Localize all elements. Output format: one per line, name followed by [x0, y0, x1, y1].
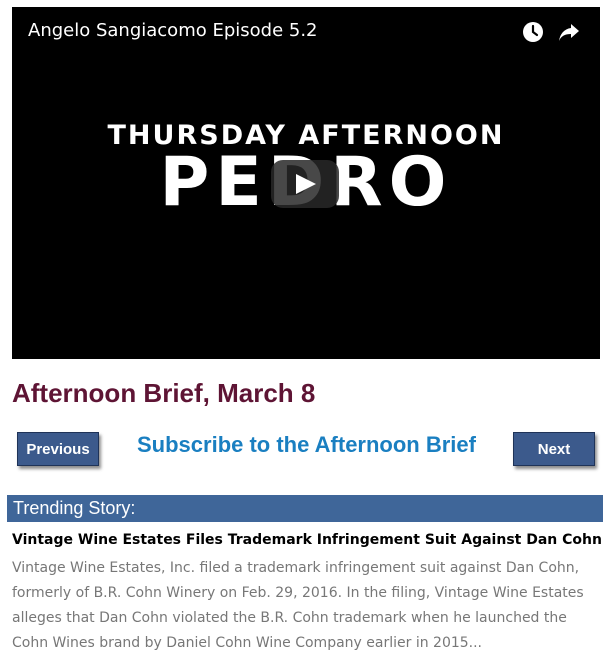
- share-icon[interactable]: [556, 19, 582, 45]
- clock-icon[interactable]: [520, 19, 546, 45]
- next-button[interactable]: Next: [513, 432, 595, 466]
- trending-label-suffix: :: [130, 498, 136, 518]
- trending-header: Trending Story:: [7, 495, 603, 522]
- story-headline-link[interactable]: Vintage Wine Estates Files Trademark Inf…: [12, 532, 602, 548]
- play-icon: [296, 174, 316, 194]
- trending-label: Trending Story: [13, 498, 131, 518]
- video-player[interactable]: Angelo Sangiacomo Episode 5.2 THURSDAY A…: [12, 7, 600, 359]
- story-excerpt: Vintage Wine Estates, Inc. filed a trade…: [12, 560, 584, 651]
- page-title: Afternoon Brief, March 8: [12, 378, 316, 408]
- subscribe-link[interactable]: Subscribe to the Afternoon Brief: [137, 432, 476, 458]
- play-button[interactable]: [271, 160, 339, 208]
- video-title[interactable]: Angelo Sangiacomo Episode 5.2: [28, 20, 318, 41]
- previous-button[interactable]: Previous: [17, 432, 99, 466]
